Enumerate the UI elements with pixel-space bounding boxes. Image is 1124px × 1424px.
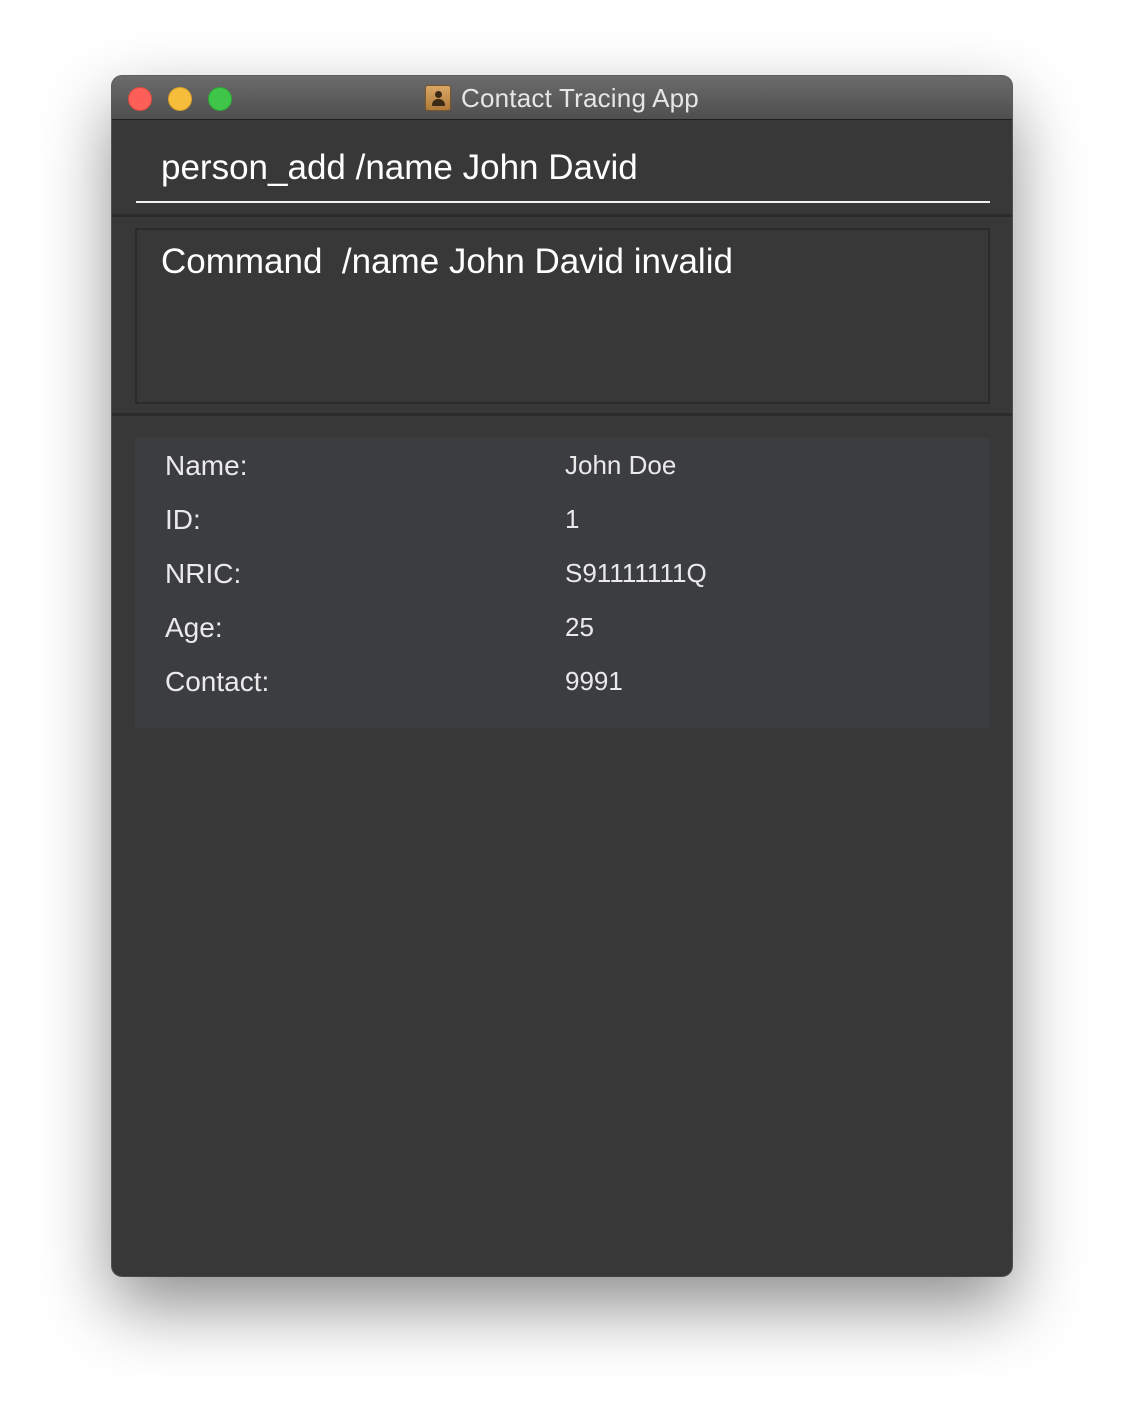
app-window: Contact Tracing App person_add /name Joh… (112, 76, 1012, 1276)
detail-row-contact: Contact: 9991 (135, 666, 990, 706)
window-title-group: Contact Tracing App (112, 76, 1012, 120)
detail-row-name: Name: John Doe (135, 450, 990, 490)
command-input-text[interactable]: person_add /name John David (161, 148, 638, 188)
detail-label: Contact: (165, 666, 270, 697)
person-details-panel: Name: John Doe ID: 1 NRIC: S91111111Q Ag… (135, 438, 990, 728)
detail-label: ID: (165, 504, 201, 535)
detail-value: 9991 (565, 666, 623, 696)
contacts-icon (425, 85, 452, 111)
detail-value: John Doe (565, 450, 677, 480)
command-input[interactable]: person_add /name John David (136, 138, 990, 203)
detail-value: 25 (565, 612, 594, 642)
detail-row-id: ID: 1 (135, 504, 990, 544)
divider (112, 214, 1012, 217)
title-bar[interactable]: Contact Tracing App (112, 76, 1012, 120)
detail-label: NRIC: (165, 558, 242, 589)
result-message: Command /name John David invalid (161, 242, 733, 281)
detail-label: Name: (165, 450, 248, 481)
result-display: Command /name John David invalid (135, 228, 990, 404)
detail-value: 1 (565, 504, 580, 534)
window-title: Contact Tracing App (461, 82, 699, 113)
detail-value: S91111111Q (565, 558, 707, 588)
detail-row-age: Age: 25 (135, 612, 990, 652)
detail-label: Age: (165, 612, 223, 643)
detail-row-nric: NRIC: S91111111Q (135, 558, 990, 598)
divider (112, 413, 1012, 416)
